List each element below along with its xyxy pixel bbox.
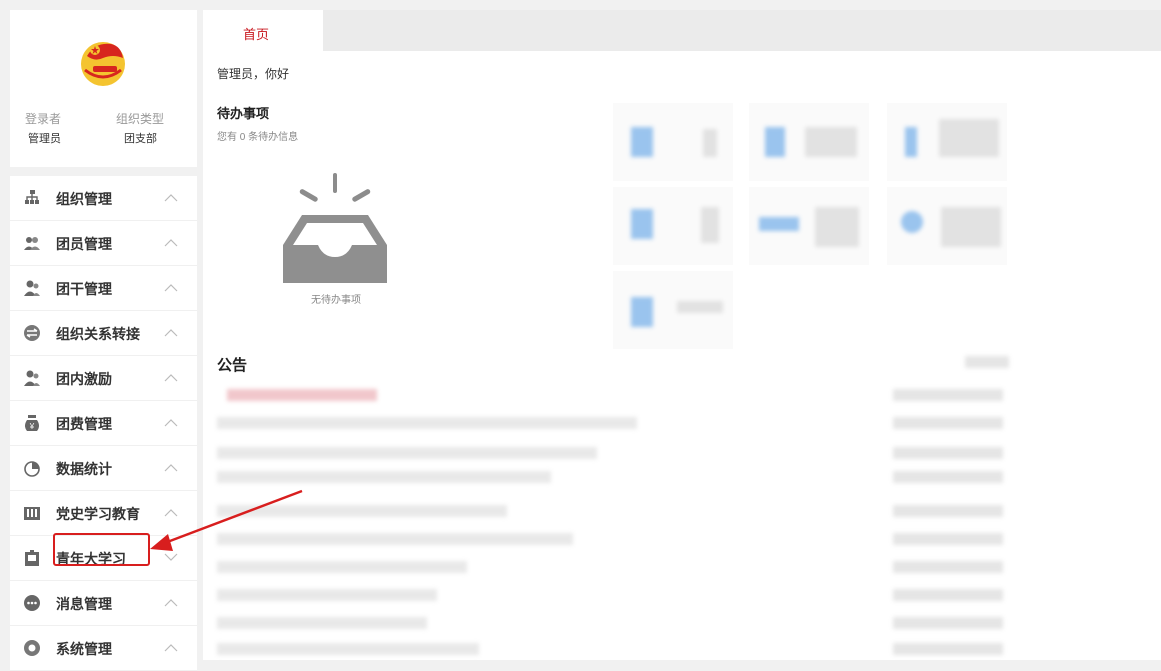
notice-row[interactable]	[217, 643, 479, 655]
youth-league-logo	[81, 42, 125, 86]
todo-title: 待办事项	[217, 106, 270, 121]
pie-chart-icon	[24, 461, 40, 477]
notice-row[interactable]	[217, 471, 551, 483]
org-type-label: 组织类型	[116, 112, 165, 126]
message-icon	[24, 595, 40, 611]
notice-row[interactable]	[217, 447, 597, 459]
notice-row[interactable]	[217, 417, 637, 429]
sidebar-item[interactable]: 组织管理	[10, 176, 197, 221]
shortcut-tile[interactable]	[613, 103, 733, 181]
gear-icon	[24, 640, 40, 656]
svg-text:¥: ¥	[29, 422, 35, 431]
shortcut-tile[interactable]	[613, 271, 733, 349]
cadres-icon	[24, 280, 40, 296]
transfer-icon	[24, 325, 40, 341]
sidebar-item-label: 组织管理	[56, 191, 112, 207]
notice-row[interactable]	[217, 533, 573, 545]
tab-home[interactable]: 首页	[203, 10, 323, 51]
empty-tray-icon	[283, 173, 387, 283]
login-label: 登录者	[25, 112, 62, 126]
sidebar-item[interactable]: 数据统计	[10, 446, 197, 491]
org-type-value: 团支部	[124, 133, 157, 145]
sidebar-item[interactable]: 系统管理	[10, 626, 197, 671]
notice-more-link[interactable]	[965, 356, 1009, 368]
sidebar-item[interactable]: 党史学习教育	[10, 491, 197, 536]
chevron-up-icon[interactable]	[164, 192, 178, 202]
chevron-up-icon[interactable]	[164, 507, 178, 517]
highlight-box	[53, 533, 150, 566]
shortcut-tile[interactable]	[749, 187, 869, 265]
greeting: 管理员，你好	[217, 67, 290, 81]
chevron-up-icon[interactable]	[164, 597, 178, 607]
notice-row[interactable]	[217, 505, 507, 517]
shortcut-tile[interactable]	[887, 187, 1007, 265]
chevron-up-icon[interactable]	[164, 282, 178, 292]
tab-bar: 首页	[203, 10, 1161, 51]
sidebar-item[interactable]: 消息管理	[10, 581, 197, 626]
sidebar-item-label: 消息管理	[56, 596, 112, 612]
chevron-up-icon[interactable]	[164, 417, 178, 427]
chevron-up-icon[interactable]	[164, 237, 178, 247]
incentive-icon	[24, 370, 40, 386]
sidebar-item-label: 团费管理	[56, 416, 112, 432]
money-bag-icon: ¥	[25, 415, 39, 431]
sidebar-item[interactable]: 组织关系转接	[10, 311, 197, 356]
chevron-down-icon[interactable]	[164, 552, 178, 562]
sidebar-item[interactable]: 团干管理	[10, 266, 197, 311]
sidebar-item[interactable]: 团员管理	[10, 221, 197, 266]
shortcut-tile[interactable]	[613, 187, 733, 265]
sidebar-item-label: 数据统计	[56, 461, 112, 477]
sidebar-item[interactable]: ¥ 团费管理	[10, 401, 197, 446]
notice-row[interactable]	[217, 561, 467, 573]
chevron-up-icon[interactable]	[164, 327, 178, 337]
sidebar-item[interactable]: 团内激励	[10, 356, 197, 401]
shortcut-grid	[613, 103, 1013, 349]
todo-subtitle: 您有 0 条待办信息	[217, 132, 299, 143]
book-icon	[24, 507, 40, 520]
members-icon	[24, 237, 40, 250]
chevron-up-icon[interactable]	[164, 642, 178, 652]
org-chart-icon	[25, 190, 39, 204]
notice-row[interactable]	[227, 389, 377, 401]
shortcut-tile[interactable]	[887, 103, 1007, 181]
chevron-up-icon[interactable]	[164, 462, 178, 472]
notice-row[interactable]	[217, 617, 427, 629]
chevron-up-icon[interactable]	[164, 372, 178, 382]
sidebar-item-label: 组织关系转接	[56, 326, 140, 342]
tab-home-label: 首页	[243, 27, 270, 42]
profile-card: 登录者 组织类型 管理员 团支部	[10, 10, 197, 167]
sidebar-menu: 组织管理 团员管理 团干管理 组织关系转接 团内激励 ¥ 团费管理 数据统计 党史学习教育 青年大…	[10, 176, 197, 671]
sidebar-item-label: 系统管理	[56, 641, 112, 657]
notice-row[interactable]	[217, 589, 437, 601]
empty-text: 无待办事项	[311, 295, 361, 306]
sidebar-item-label: 团内激励	[56, 371, 112, 387]
study-icon	[25, 550, 39, 566]
tab-bar-empty	[323, 10, 1161, 51]
shortcut-tile[interactable]	[749, 103, 869, 181]
sidebar-item-label: 团干管理	[56, 281, 112, 297]
main-content: 管理员，你好 待办事项 您有 0 条待办信息 无待办事项 公告	[203, 51, 1161, 660]
sidebar-item-label: 党史学习教育	[56, 506, 140, 522]
sidebar-item-label: 团员管理	[56, 236, 112, 252]
login-value: 管理员	[28, 133, 61, 145]
notice-title: 公告	[217, 357, 248, 374]
